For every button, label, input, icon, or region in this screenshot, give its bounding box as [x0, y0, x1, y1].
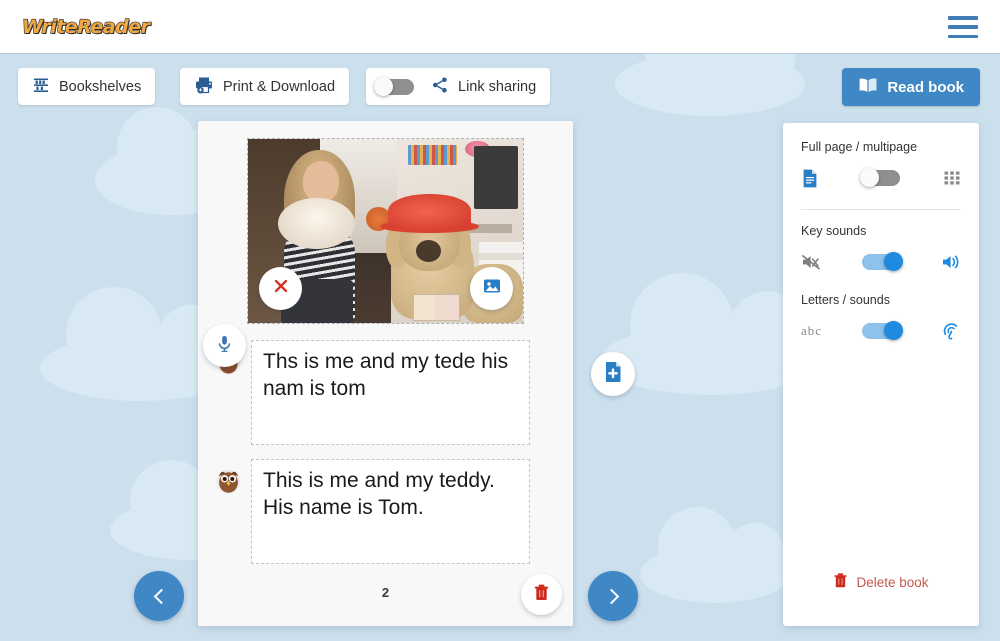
- cloud-shape: [640, 507, 790, 603]
- child-text-input[interactable]: Ths is me and my tede his nam is tom: [251, 340, 530, 445]
- abc-letters-icon[interactable]: abc: [801, 323, 827, 339]
- hamburger-line: [948, 25, 978, 29]
- delete-book-label: Delete book: [856, 574, 929, 590]
- delete-book-button[interactable]: Delete book: [783, 572, 979, 592]
- trash-icon: [533, 583, 550, 607]
- key-sounds-row: [801, 247, 961, 277]
- document-page-icon[interactable]: [801, 168, 827, 189]
- key-sounds-toggle[interactable]: [862, 252, 903, 271]
- toggle-knob: [860, 168, 879, 187]
- hamburger-line: [948, 16, 978, 20]
- toggle-knob: [884, 321, 903, 340]
- key-sounds-setting-group: Key sounds: [801, 224, 961, 277]
- add-page-icon: [602, 360, 624, 389]
- speaker-on-icon[interactable]: [935, 253, 961, 271]
- fullpage-label: Full page / multipage: [801, 140, 918, 154]
- add-page-button[interactable]: [591, 352, 635, 396]
- main-toolbar: [0, 54, 1000, 114]
- record-audio-button[interactable]: [203, 324, 246, 367]
- fullpage-row: [801, 163, 961, 193]
- chevron-left-icon: [153, 588, 169, 604]
- change-photo-button[interactable]: [470, 267, 513, 310]
- chevron-right-icon: [603, 588, 619, 604]
- image-icon: [482, 276, 502, 301]
- speaker-muted-icon[interactable]: [801, 253, 827, 271]
- child-text-row: Ths is me and my tede his nam is tom: [215, 340, 530, 445]
- next-page-button[interactable]: [588, 571, 638, 621]
- letters-sounds-row: abc: [801, 316, 961, 346]
- delete-page-button[interactable]: [521, 574, 562, 615]
- panel-divider: [801, 209, 961, 210]
- adult-text-row: This is me and my teddy. His name is Tom…: [215, 459, 530, 564]
- previous-page-button[interactable]: [134, 571, 184, 621]
- adult-owl-avatar-icon: [215, 468, 242, 495]
- page-number: 2: [381, 585, 390, 600]
- grid-multipage-icon[interactable]: [935, 169, 961, 187]
- sound-wave-icon[interactable]: [935, 321, 961, 341]
- remove-photo-button[interactable]: [259, 267, 302, 310]
- letters-sounds-toggle[interactable]: [862, 321, 903, 340]
- settings-panel: Full page / multipage Key sounds Letters…: [783, 123, 979, 626]
- fullpage-toggle[interactable]: [860, 168, 900, 187]
- hamburger-line: [948, 34, 978, 38]
- toggle-knob: [884, 252, 903, 271]
- key-sounds-label: Key sounds: [801, 224, 867, 238]
- app-header: WriteReader: [0, 0, 1000, 54]
- trash-icon: [833, 572, 848, 592]
- app-logo[interactable]: WriteReader: [21, 15, 150, 38]
- fullpage-setting-group: Full page / multipage: [801, 140, 961, 193]
- microphone-icon: [215, 334, 234, 358]
- close-x-icon: [272, 277, 290, 300]
- hamburger-menu-icon[interactable]: [948, 16, 978, 38]
- letters-sounds-setting-group: Letters / sounds abc: [801, 293, 961, 346]
- adult-text-input[interactable]: This is me and my teddy. His name is Tom…: [251, 459, 530, 564]
- book-page-card: Ths is me and my tede his nam is tom Thi…: [198, 121, 573, 626]
- letters-sounds-label: Letters / sounds: [801, 293, 890, 307]
